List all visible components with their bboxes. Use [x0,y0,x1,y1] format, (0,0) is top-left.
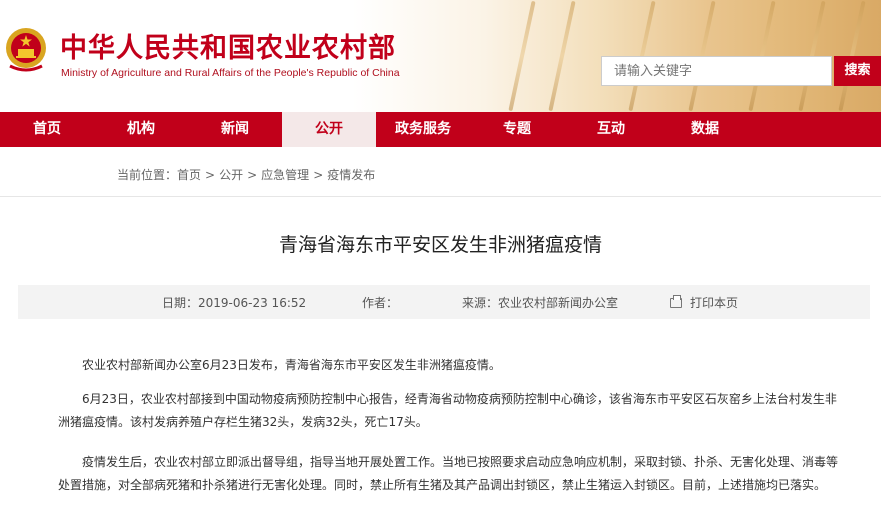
article-author: 作者： [362,296,399,310]
breadcrumb-separator: > [313,168,324,182]
divider [0,196,881,197]
nav-item-services[interactable]: 政务服务 [376,112,470,147]
article-source: 来源：农业农村部新闻办公室 [462,296,619,310]
nav-item-public[interactable]: 公开 [282,112,376,147]
breadcrumb-prefix: 当前位置： [117,168,178,182]
breadcrumb-item-home[interactable]: 首页 [177,168,201,182]
site-header: 中华人民共和国农业农村部 Ministry of Agriculture and… [0,0,881,112]
article-title: 青海省海东市平安区发生非洲猪瘟疫情 [278,234,602,256]
article-paragraph: 疫情发生后，农业农村部立即派出督导组，指导当地开展处置工作。当地已按照要求启动应… [58,455,839,492]
article-paragraph: 农业农村部新闻办公室6月23日发布，青海省海东市平安区发生非洲猪瘟疫情。 [82,358,501,372]
site-subtitle: Ministry of Agriculture and Rural Affair… [61,67,400,79]
print-label: 打印本页 [690,296,739,310]
nav-item-topics[interactable]: 专题 [470,112,564,147]
breadcrumb: 当前位置：首页 > 公开 > 应急管理 > 疫情发布 [117,166,375,183]
article-paragraph: 6月23日，农业农村部接到中国动物疫病预防控制中心报告，经青海省动物疫病预防控制… [58,392,837,429]
breadcrumb-separator: > [205,168,216,182]
breadcrumb-item-epidemic[interactable]: 疫情发布 [327,168,375,182]
nav-item-home[interactable]: 首页 [0,112,94,147]
search-button[interactable]: 搜索 [834,56,881,86]
breadcrumb-separator: > [247,168,258,182]
breadcrumb-item-emergency[interactable]: 应急管理 [261,168,309,182]
print-page-link[interactable]: 打印本页 [670,294,738,311]
article-meta-bar: 日期：2019-06-23 16:52 作者： 来源：农业农村部新闻办公室 打印… [18,285,870,319]
search-input[interactable] [601,56,832,86]
nav-item-organization[interactable]: 机构 [94,112,188,147]
site-title[interactable]: 中华人民共和国农业农村部 [60,26,396,65]
nav-item-interaction[interactable]: 互动 [564,112,658,147]
nav-item-data[interactable]: 数据 [658,112,752,147]
main-nav: 首页 机构 新闻 公开 政务服务 专题 互动 数据 [0,112,881,147]
national-emblem-icon [6,28,46,72]
article-date: 日期：2019-06-23 16:52 [162,296,307,310]
print-icon [670,295,682,308]
breadcrumb-item-public[interactable]: 公开 [219,168,243,182]
nav-item-news[interactable]: 新闻 [188,112,282,147]
